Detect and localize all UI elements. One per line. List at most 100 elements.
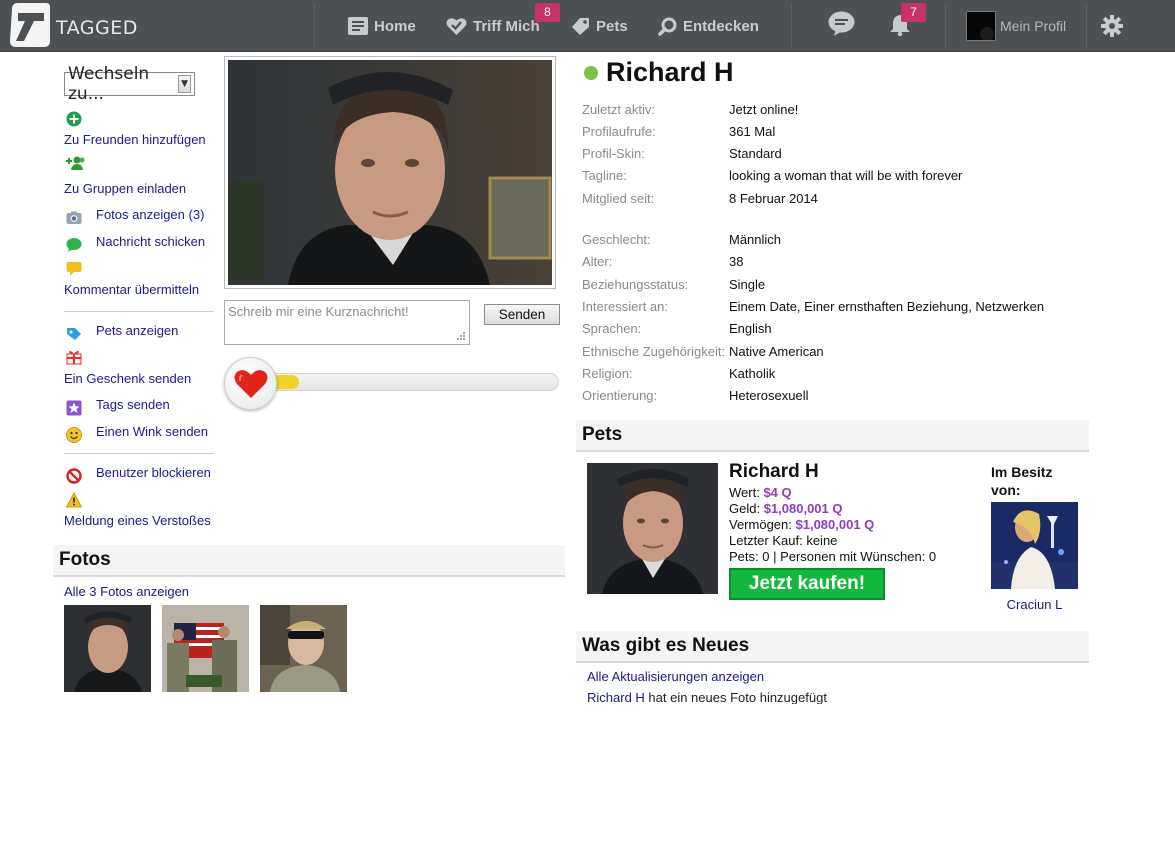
pets-section-title: Pets [582,424,623,445]
shout-message-input[interactable]: Schreib mir eine Kurznachricht! [224,300,470,345]
detail-value: Einem Date, Einer ernsthaften Beziehung,… [729,299,1045,314]
gear-icon [1101,15,1123,37]
detail-label: Mitglied seit: [582,191,655,206]
buy-now-button[interactable]: Jetzt kaufen! [729,568,885,600]
detail-value: Single [729,277,766,292]
detail-label: Geschlecht: [582,232,651,247]
add-circle-icon [66,111,82,127]
view-all-updates-link[interactable]: Alle Aktualisierungen anzeigen [587,669,764,684]
news-item-text: hat ein neues Foto hinzugefügt [644,690,827,704]
news-section-title: Was gibt es Neues [582,635,750,656]
photo-thumbnail[interactable] [260,605,347,692]
nav-pets-label: Pets [596,17,628,35]
shout-placeholder: Schreib mir eine Kurznachricht! [228,304,409,319]
smiley-icon [66,427,82,443]
profile-name: Richard H [606,57,734,87]
pet-assets-row: Vermögen: $1,080,001 Q [729,517,874,532]
nav-browse-label: Entdecken [683,17,759,35]
block-icon [66,468,82,484]
nav-divider [945,4,946,48]
send-shout-button[interactable]: Senden [484,304,560,325]
heart-icon [234,369,267,398]
tag-icon [572,17,589,35]
profile-switcher-select[interactable]: Wechseln zu... ▼ [64,64,195,104]
send-message-link[interactable]: Nachricht schicken [96,234,205,249]
post-comment-link[interactable]: Kommentar übermitteln [64,282,199,297]
nav-my-profile[interactable]: Mein Profil [966,11,1066,41]
invite-to-groups-link[interactable]: Zu Gruppen einladen [64,181,186,196]
news-section-header: Was gibt es Neues [576,631,1089,663]
nav-meet-me[interactable]: Triff Mich [446,14,540,38]
profile-main-photo[interactable] [224,56,556,289]
tagged-logo[interactable]: TAGGED [6,1,137,49]
nav-meet-me-label: Triff Mich [473,17,540,35]
view-all-photos-link[interactable]: Alle 3 Fotos anzeigen [64,584,189,599]
detail-value: English [729,321,772,336]
detail-label: Tagline: [582,168,627,183]
pet-tag-icon [67,328,81,340]
owner-photo[interactable] [991,502,1078,589]
add-friend-link[interactable]: Zu Freunden hinzufügen [64,132,206,147]
top-navigation-bar: TAGGED Home Triff Mich 8 Pets Entdecken … [0,0,1175,52]
pet-cash-label: Geld: [729,501,761,516]
switcher-selected-value: Wechseln zu... [68,64,150,104]
gift-icon [66,350,82,365]
news-item-user-link[interactable]: Richard H [587,690,645,704]
pet-value-row: Wert: $4 Q [729,485,792,500]
detail-value: Männlich [729,232,782,247]
camera-icon [66,211,82,224]
send-tags-link[interactable]: Tags senden [96,397,170,412]
send-gift-link[interactable]: Ein Geschenk senden [64,371,191,386]
detail-label: Interessiert an: [582,299,668,314]
home-feed-icon [348,17,368,35]
nav-divider [1086,4,1087,48]
detail-label: Orientierung: [582,388,658,403]
view-pets-link[interactable]: Pets anzeigen [96,323,178,338]
photo-thumbnail[interactable] [162,605,249,692]
pet-value-label: Wert: [729,485,760,500]
nav-settings[interactable] [1101,14,1123,38]
detail-label: Beziehungsstatus: [582,277,689,292]
warning-icon [66,492,82,508]
detail-label: Religion: [582,366,633,381]
pet-name[interactable]: Richard H [729,461,819,483]
pet-cash: $1,080,001 Q [763,501,843,516]
nav-messages[interactable] [828,11,855,36]
photo-thumbnail[interactable] [64,605,151,692]
detail-value: Katholik [729,366,776,381]
notifications-count-badge: 7 [901,3,926,22]
news-item: Richard H hat ein neues Foto hinzugefügt [587,690,987,704]
pet-counts: Pets: 0 | Personen mit Wünschen: 0 [729,549,937,564]
pet-photo[interactable] [587,463,718,594]
chat-bubble-icon [828,11,855,36]
nav-pets[interactable]: Pets [571,14,628,38]
comment-icon [66,262,82,276]
group-add-icon [66,156,85,170]
owner-name-link[interactable]: Craciun L [991,597,1078,612]
report-abuse-link[interactable]: Meldung eines Verstoßes [64,513,211,528]
search-icon [658,17,677,36]
detail-label: Ethnische Zugehörigkeit: [582,344,726,359]
nav-home[interactable]: Home [348,14,416,38]
detail-value: Standard [729,146,782,161]
my-profile-label: Mein Profil [1000,18,1067,34]
view-photos-link[interactable]: Fotos anzeigen (3) [96,207,204,222]
nav-browse[interactable]: Entdecken [658,14,759,38]
like-heart-button[interactable] [224,357,277,410]
chevron-down-icon: ▼ [178,75,191,93]
resize-grip-icon[interactable] [456,331,466,341]
detail-label: Sprachen: [582,321,642,336]
detail-value: 8 Februar 2014 [729,191,818,206]
nav-divider [314,4,315,48]
send-wink-link[interactable]: Einen Wink senden [96,424,208,439]
detail-value: Native American [729,344,824,359]
detail-label: Alter: [582,254,613,269]
tagged-logo-icon [10,3,50,47]
pet-assets: $1,080,001 Q [795,517,875,532]
detail-value: looking a woman that will be with foreve… [729,168,963,183]
message-bubble-icon [66,238,82,252]
detail-value: Jetzt online! [729,102,799,117]
detail-value: Heterosexuell [729,388,809,403]
detail-label: Profil-Skin: [582,146,645,161]
block-user-link[interactable]: Benutzer blockieren [96,465,211,480]
